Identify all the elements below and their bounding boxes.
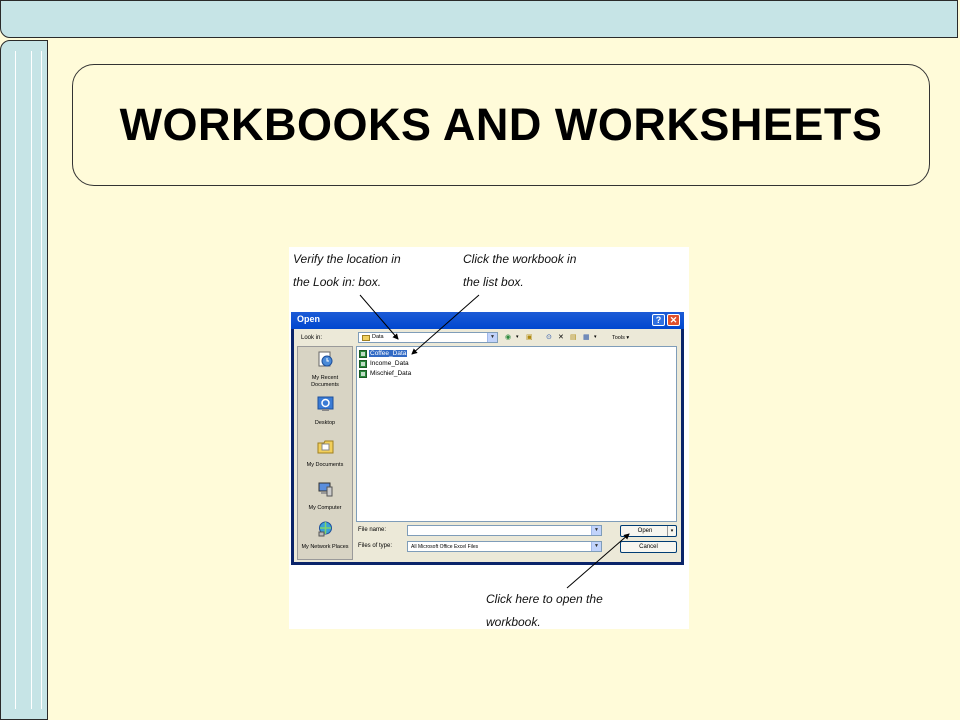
views-icon[interactable]: ▦ — [583, 333, 590, 342]
file-name-field[interactable]: ▼ — [407, 525, 602, 536]
file-name-label: File name: — [358, 527, 387, 533]
top-frame-bar — [0, 0, 958, 38]
back-dropdown-icon[interactable]: ▾ — [516, 333, 519, 342]
file-name: Income_Data — [370, 360, 409, 367]
network-places-icon — [318, 521, 332, 537]
callout-line: Click the workbook in — [463, 252, 577, 266]
file-name: Mischief_Data — [370, 370, 412, 377]
close-button[interactable]: ✕ — [667, 314, 680, 326]
delete-icon[interactable]: ✕ — [558, 333, 564, 342]
slide-title: WORKBOOKS AND WORKSHEETS — [119, 99, 883, 150]
dialog-screenshot: Verify the location in the Look in: box.… — [289, 247, 689, 629]
dialog-title: Open — [297, 314, 321, 324]
excel-file-icon — [359, 369, 367, 378]
place-my-computer[interactable]: My Computer — [298, 481, 352, 512]
callout-line: Verify the location in — [293, 252, 401, 266]
place-recent[interactable]: My Recent Documents — [298, 351, 352, 388]
search-web-icon[interactable]: ⊙ — [546, 333, 552, 342]
new-folder-icon[interactable]: ▤ — [570, 333, 577, 342]
file-type-select[interactable]: All Microsoft Office Excel Files ▼ — [407, 541, 602, 552]
place-label: My Documents — [306, 462, 344, 468]
place-label: My Computer — [308, 505, 342, 511]
title-box: WORKBOOKS AND WORKSHEETS — [72, 64, 930, 186]
callout-workbook: Click the workbook in the list box. — [463, 248, 576, 294]
open-button-label: Open — [637, 528, 653, 534]
help-button[interactable]: ? — [652, 314, 665, 326]
chevron-down-icon[interactable]: ▼ — [591, 526, 601, 535]
my-documents-icon — [317, 440, 333, 454]
callout-line: Click here to open the — [486, 592, 603, 606]
my-computer-icon — [318, 482, 332, 497]
tools-label: Tools — [612, 335, 625, 341]
places-bar: My Recent Documents Desktop My Documents… — [297, 346, 353, 560]
look-in-value: Data — [372, 334, 384, 340]
open-button[interactable]: Open ▾ — [620, 525, 677, 537]
place-label: Desktop — [314, 420, 336, 426]
back-icon[interactable]: ◉ — [505, 333, 511, 342]
open-dialog: Open ? ✕ Look in: Data ▼ ◉ ▾ ▣ ⊙ ✕ ▤ ▦ ▾… — [291, 312, 684, 565]
place-my-documents[interactable]: My Documents — [298, 438, 352, 469]
file-name: Coffee_Data — [369, 350, 408, 357]
open-dropdown-icon[interactable]: ▾ — [667, 526, 676, 536]
recent-documents-icon — [318, 351, 332, 367]
chevron-down-icon[interactable]: ▼ — [591, 542, 601, 551]
look-in-label: Look in: — [301, 335, 323, 341]
dialog-titlebar[interactable]: Open ? ✕ — [291, 312, 684, 329]
file-list[interactable]: Coffee_Data Income_Data Mischief_Data — [356, 346, 677, 522]
tools-menu[interactable]: Tools ▾ — [612, 335, 629, 341]
chevron-down-icon[interactable]: ▼ — [487, 333, 497, 342]
callout-line: the list box. — [463, 275, 524, 289]
list-item[interactable]: Mischief_Data — [359, 369, 412, 378]
list-item[interactable]: Coffee_Data — [359, 349, 408, 358]
callout-line: workbook. — [486, 615, 541, 629]
folder-icon — [362, 335, 370, 341]
file-type-label: Files of type: — [358, 543, 393, 549]
dialog-body: Look in: Data ▼ ◉ ▾ ▣ ⊙ ✕ ▤ ▦ ▾ Tools ▾ … — [294, 329, 681, 562]
place-network[interactable]: My Network Places — [298, 520, 352, 551]
place-label: My Recent Documents — [311, 375, 339, 388]
look-in-combo[interactable]: Data ▼ — [358, 332, 498, 343]
file-type-value: All Microsoft Office Excel Files — [411, 544, 479, 550]
views-dropdown-icon[interactable]: ▾ — [594, 333, 597, 342]
place-desktop[interactable]: Desktop — [298, 396, 352, 427]
callout-open: Click here to open the workbook. — [486, 588, 603, 629]
cancel-button[interactable]: Cancel — [620, 541, 677, 553]
excel-file-icon — [359, 349, 367, 358]
callout-look-in: Verify the location in the Look in: box. — [293, 248, 401, 294]
up-folder-icon[interactable]: ▣ — [526, 333, 533, 342]
list-item[interactable]: Income_Data — [359, 359, 410, 368]
excel-file-icon — [359, 359, 367, 368]
callout-line: the Look in: box. — [293, 275, 382, 289]
left-frame-bar — [0, 40, 48, 720]
place-label: My Network Places — [301, 544, 349, 550]
desktop-icon — [317, 396, 333, 411]
